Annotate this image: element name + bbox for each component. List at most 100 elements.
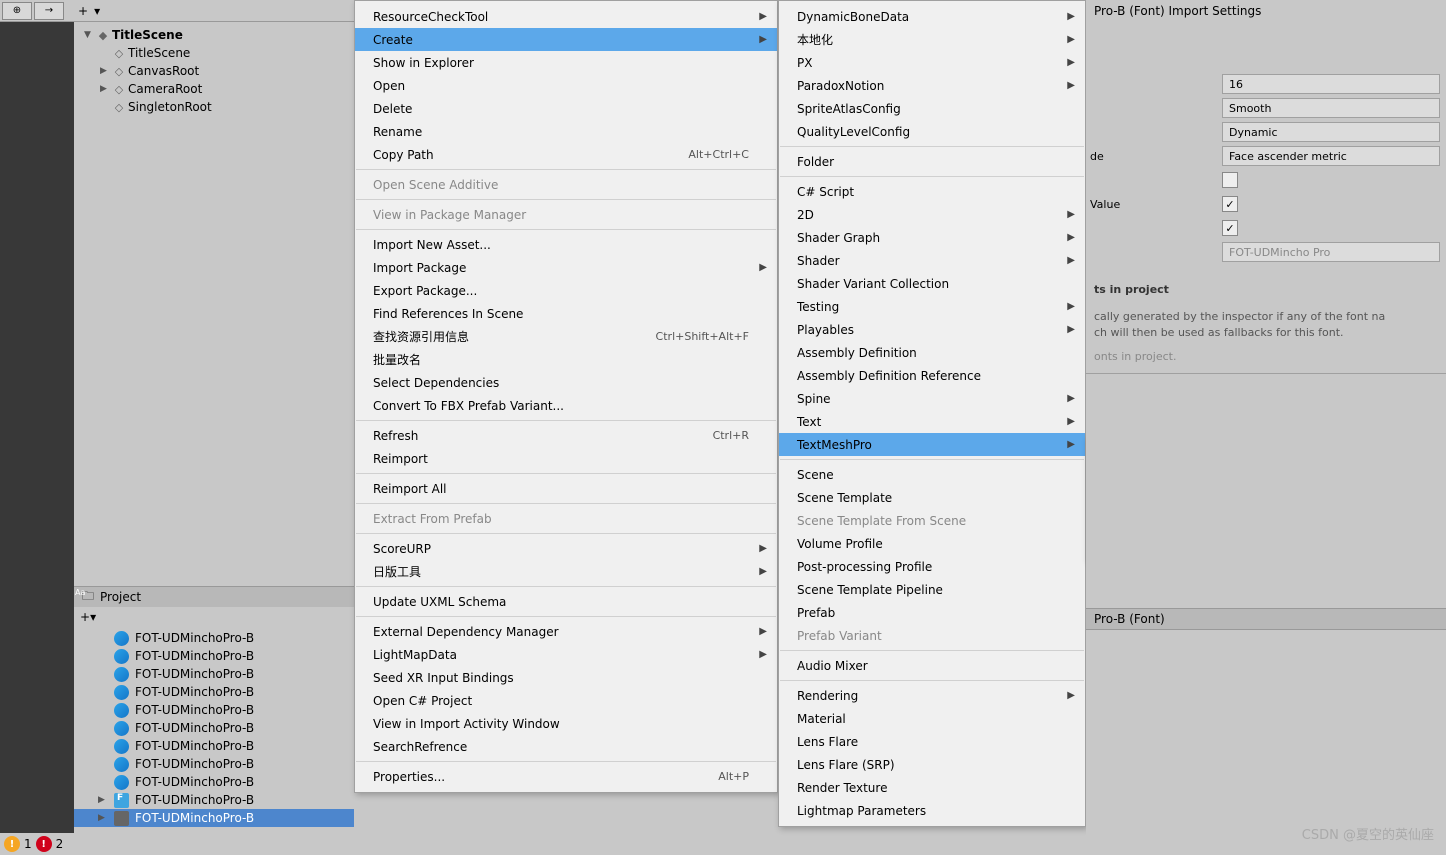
menu-item[interactable]: ScoreURP▶ — [355, 537, 777, 560]
expand-icon[interactable]: ▶ — [100, 66, 110, 76]
inspector-row — [1086, 168, 1446, 192]
menu-item[interactable]: Select Dependencies — [355, 371, 777, 394]
menu-item[interactable]: Scene Template Pipeline — [779, 578, 1085, 601]
menu-item[interactable]: Assembly Definition Reference — [779, 364, 1085, 387]
hierarchy-item[interactable]: ▼◆TitleScene — [74, 26, 354, 44]
menu-item[interactable]: 批量改名 — [355, 348, 777, 371]
context-menu-1[interactable]: ResourceCheckTool▶Create▶Show in Explore… — [354, 0, 778, 793]
menu-item[interactable]: 本地化▶ — [779, 28, 1085, 51]
menu-item[interactable]: Rendering▶ — [779, 684, 1085, 707]
expand-icon[interactable]: ▶ — [98, 795, 110, 805]
project-item[interactable]: ▶FOT-UDMinchoPro-B — [74, 791, 354, 809]
property-value[interactable]: 16 — [1222, 74, 1440, 94]
menu-item[interactable]: C# Script — [779, 180, 1085, 203]
property-value[interactable]: Smooth — [1222, 98, 1440, 118]
menu-item[interactable]: Playables▶ — [779, 318, 1085, 341]
menu-item[interactable]: Properties...Alt+P — [355, 765, 777, 788]
menu-item[interactable]: ParadoxNotion▶ — [779, 74, 1085, 97]
hierarchy-item[interactable]: ▶◇CameraRoot — [74, 80, 354, 98]
menu-item[interactable]: Convert To FBX Prefab Variant... — [355, 394, 777, 417]
menu-item[interactable]: Seed XR Input Bindings — [355, 666, 777, 689]
hierarchy-item[interactable]: ◇SingletonRoot — [74, 98, 354, 116]
menu-item[interactable]: Delete — [355, 97, 777, 120]
menu-item[interactable]: Shader▶ — [779, 249, 1085, 272]
menu-item[interactable]: Folder — [779, 150, 1085, 173]
project-item[interactable]: FOT-UDMinchoPro-B — [74, 755, 354, 773]
menu-item[interactable]: Post-processing Profile — [779, 555, 1085, 578]
menu-item[interactable]: Copy PathAlt+Ctrl+C — [355, 143, 777, 166]
menu-item[interactable]: PX▶ — [779, 51, 1085, 74]
checkbox[interactable]: ✓ — [1222, 220, 1238, 236]
tool-move[interactable]: → — [34, 2, 64, 20]
menu-item[interactable]: Reimport — [355, 447, 777, 470]
project-item[interactable]: FOT-UDMinchoPro-B — [74, 773, 354, 791]
menu-item[interactable]: SearchRefrence — [355, 735, 777, 758]
menu-item[interactable]: Open — [355, 74, 777, 97]
property-value[interactable]: Face ascender metric — [1222, 146, 1440, 166]
checkbox[interactable]: ✓ — [1222, 196, 1238, 212]
menu-item[interactable]: TextMeshPro▶ — [779, 433, 1085, 456]
menu-item[interactable]: SpriteAtlasConfig — [779, 97, 1085, 120]
project-item[interactable]: FOT-UDMinchoPro-B — [74, 665, 354, 683]
menu-item[interactable]: Open C# Project — [355, 689, 777, 712]
menu-item[interactable]: LightMapData▶ — [355, 643, 777, 666]
menu-item[interactable]: QualityLevelConfig — [779, 120, 1085, 143]
menu-item[interactable]: 日版工具▶ — [355, 560, 777, 583]
menu-item[interactable]: 2D▶ — [779, 203, 1085, 226]
menu-item[interactable]: Import New Asset... — [355, 233, 777, 256]
menu-item[interactable]: Lens Flare (SRP) — [779, 753, 1085, 776]
menu-item[interactable]: Prefab — [779, 601, 1085, 624]
menu-item[interactable]: Testing▶ — [779, 295, 1085, 318]
tool-pan[interactable]: ⊕ — [2, 2, 32, 20]
checkbox[interactable] — [1222, 172, 1238, 188]
project-tab[interactable]: 🗀 Project — [74, 587, 354, 607]
hierarchy-add[interactable]: + — [78, 4, 88, 18]
menu-item[interactable]: 查找资源引用信息Ctrl+Shift+Alt+F — [355, 325, 777, 348]
hierarchy-item[interactable]: ◇TitleScene — [74, 44, 354, 62]
menu-item[interactable]: Volume Profile — [779, 532, 1085, 555]
dropdown-icon[interactable]: ▾ — [94, 4, 100, 18]
menu-item[interactable]: Shader Variant Collection — [779, 272, 1085, 295]
project-item[interactable]: FOT-UDMinchoPro-B — [74, 701, 354, 719]
menu-item[interactable]: Material — [779, 707, 1085, 730]
menu-item[interactable]: Spine▶ — [779, 387, 1085, 410]
project-item[interactable]: ▶FOT-UDMinchoPro-B — [74, 809, 354, 827]
menu-item[interactable]: Show in Explorer — [355, 51, 777, 74]
menu-item[interactable]: Assembly Definition — [779, 341, 1085, 364]
menu-item[interactable]: Render Texture — [779, 776, 1085, 799]
menu-item[interactable]: Find References In Scene — [355, 302, 777, 325]
menu-item[interactable]: Text▶ — [779, 410, 1085, 433]
menu-item[interactable]: Scene Template — [779, 486, 1085, 509]
context-menu-create[interactable]: DynamicBoneData▶本地化▶PX▶ParadoxNotion▶Spr… — [778, 0, 1086, 827]
menu-item[interactable]: Export Package... — [355, 279, 777, 302]
menu-item[interactable]: External Dependency Manager▶ — [355, 620, 777, 643]
project-add[interactable]: + — [80, 610, 90, 624]
menu-item[interactable]: DynamicBoneData▶ — [779, 5, 1085, 28]
menu-item[interactable]: Audio Mixer — [779, 654, 1085, 677]
menu-item[interactable]: Scene — [779, 463, 1085, 486]
project-item[interactable]: FOT-UDMinchoPro-B — [74, 737, 354, 755]
menu-item[interactable]: ResourceCheckTool▶ — [355, 5, 777, 28]
expand-icon[interactable]: ▼ — [84, 30, 94, 40]
project-item[interactable]: FOT-UDMinchoPro-B — [74, 719, 354, 737]
error-icon[interactable]: ! — [36, 836, 52, 852]
property-value[interactable]: Dynamic — [1222, 122, 1440, 142]
menu-item[interactable]: Rename — [355, 120, 777, 143]
menu-item[interactable]: Reimport All — [355, 477, 777, 500]
expand-icon[interactable]: ▶ — [98, 813, 110, 823]
menu-item[interactable]: RefreshCtrl+R — [355, 424, 777, 447]
project-item[interactable]: FOT-UDMinchoPro-B — [74, 683, 354, 701]
project-item[interactable]: FOT-UDMinchoPro-B — [74, 629, 354, 647]
menu-item[interactable]: Lens Flare — [779, 730, 1085, 753]
menu-item[interactable]: Lightmap Parameters — [779, 799, 1085, 822]
menu-item[interactable]: View in Import Activity Window — [355, 712, 777, 735]
hierarchy-item[interactable]: ▶◇CanvasRoot — [74, 62, 354, 80]
menu-item[interactable]: Import Package▶ — [355, 256, 777, 279]
project-item[interactable]: FOT-UDMinchoPro-B — [74, 647, 354, 665]
menu-item[interactable]: Create▶ — [355, 28, 777, 51]
dropdown-icon[interactable]: ▾ — [90, 610, 96, 624]
warning-icon[interactable]: ! — [4, 836, 20, 852]
menu-item[interactable]: Shader Graph▶ — [779, 226, 1085, 249]
expand-icon[interactable]: ▶ — [100, 84, 110, 94]
menu-item[interactable]: Update UXML Schema — [355, 590, 777, 613]
